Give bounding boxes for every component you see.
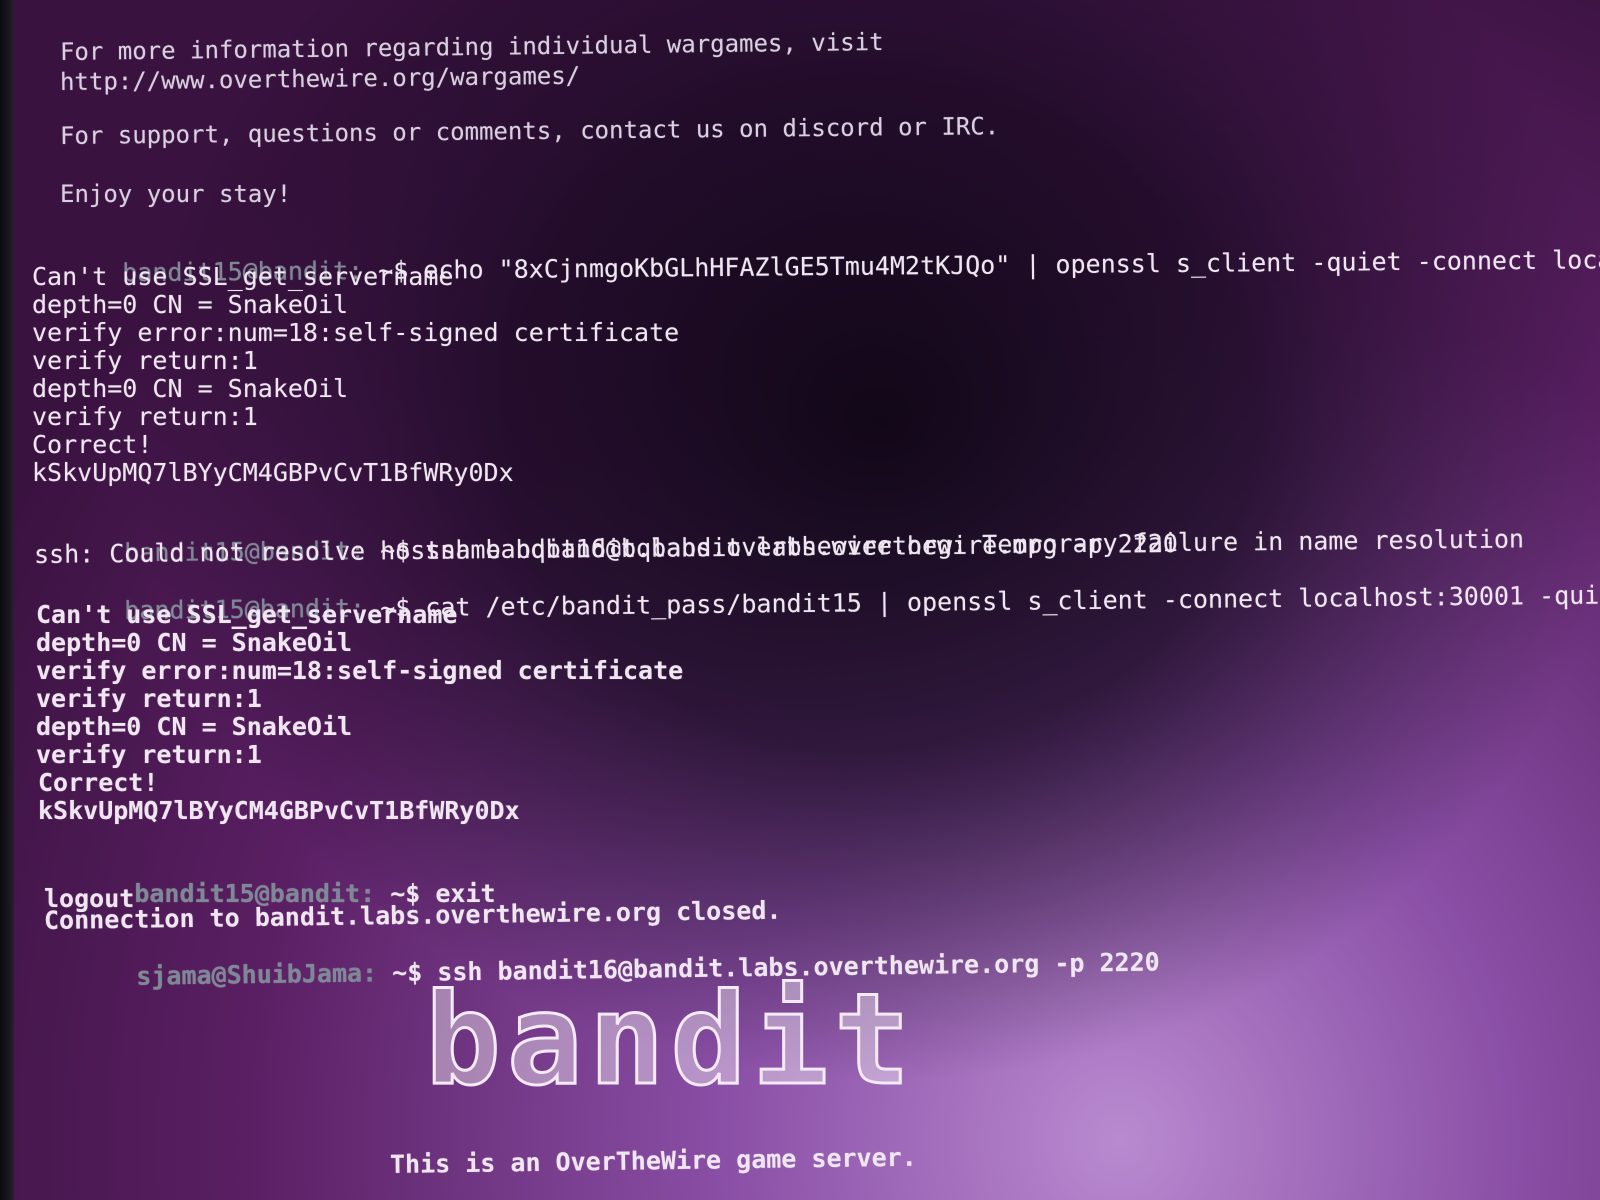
output-line: depth=0 CN = SnakeOil	[32, 290, 349, 319]
output-line: Correct!	[32, 430, 153, 459]
output-line: Can't use SSL_get_servername	[32, 262, 454, 291]
terminal-screen: For more information regarding individua…	[0, 0, 1600, 1200]
output-line: verify return:1	[32, 346, 258, 375]
output-line: verify return:1	[36, 684, 262, 713]
bandit-ascii-banner: bandit	[424, 966, 917, 1113]
motd-line: For more information regarding individua…	[59, 27, 884, 66]
shell-prompt: sjama@ShuibJama:	[136, 958, 378, 991]
password-output: kSkvUpMQ7lBYyCM4GBPvCvT1BfWRy0Dx	[32, 458, 514, 487]
motd-line: For support, questions or comments, cont…	[59, 112, 1000, 150]
output-line: verify error:num=18:self-signed certific…	[32, 318, 680, 347]
command-text: ~$ echo "8xCjnmgoKbGLhHFAZlGE5Tmu4M2tKJQ…	[378, 244, 1600, 285]
bandit-ascii-text: bandit	[424, 966, 917, 1113]
output-line: verify return:1	[32, 402, 258, 431]
motd-line: Enjoy your stay!	[60, 180, 292, 208]
output-line: Correct!	[38, 768, 159, 797]
motd-link: http://www.overthewire.org/wargames/	[59, 61, 581, 96]
output-line: depth=0 CN = SnakeOil	[32, 374, 349, 403]
monitor-bezel	[0, 0, 14, 1200]
password-output: kSkvUpMQ7lBYyCM4GBPvCvT1BfWRy0Dx	[38, 796, 520, 825]
output-line: verify return:1	[36, 740, 262, 769]
banner-footer: This is an OverTheWire game server.	[389, 1142, 917, 1179]
command-text: ~$ cat /etc/bandit_pass/bandit15 | opens…	[380, 580, 1600, 623]
output-line: Can't use SSL_get_servername	[36, 600, 458, 629]
output-line: verify error:num=18:self-signed certific…	[36, 656, 684, 685]
output-line: depth=0 CN = SnakeOil	[36, 628, 353, 657]
output-line: depth=0 CN = SnakeOil	[36, 712, 353, 741]
terminal-window[interactable]: For more information regarding individua…	[30, 0, 1600, 1200]
